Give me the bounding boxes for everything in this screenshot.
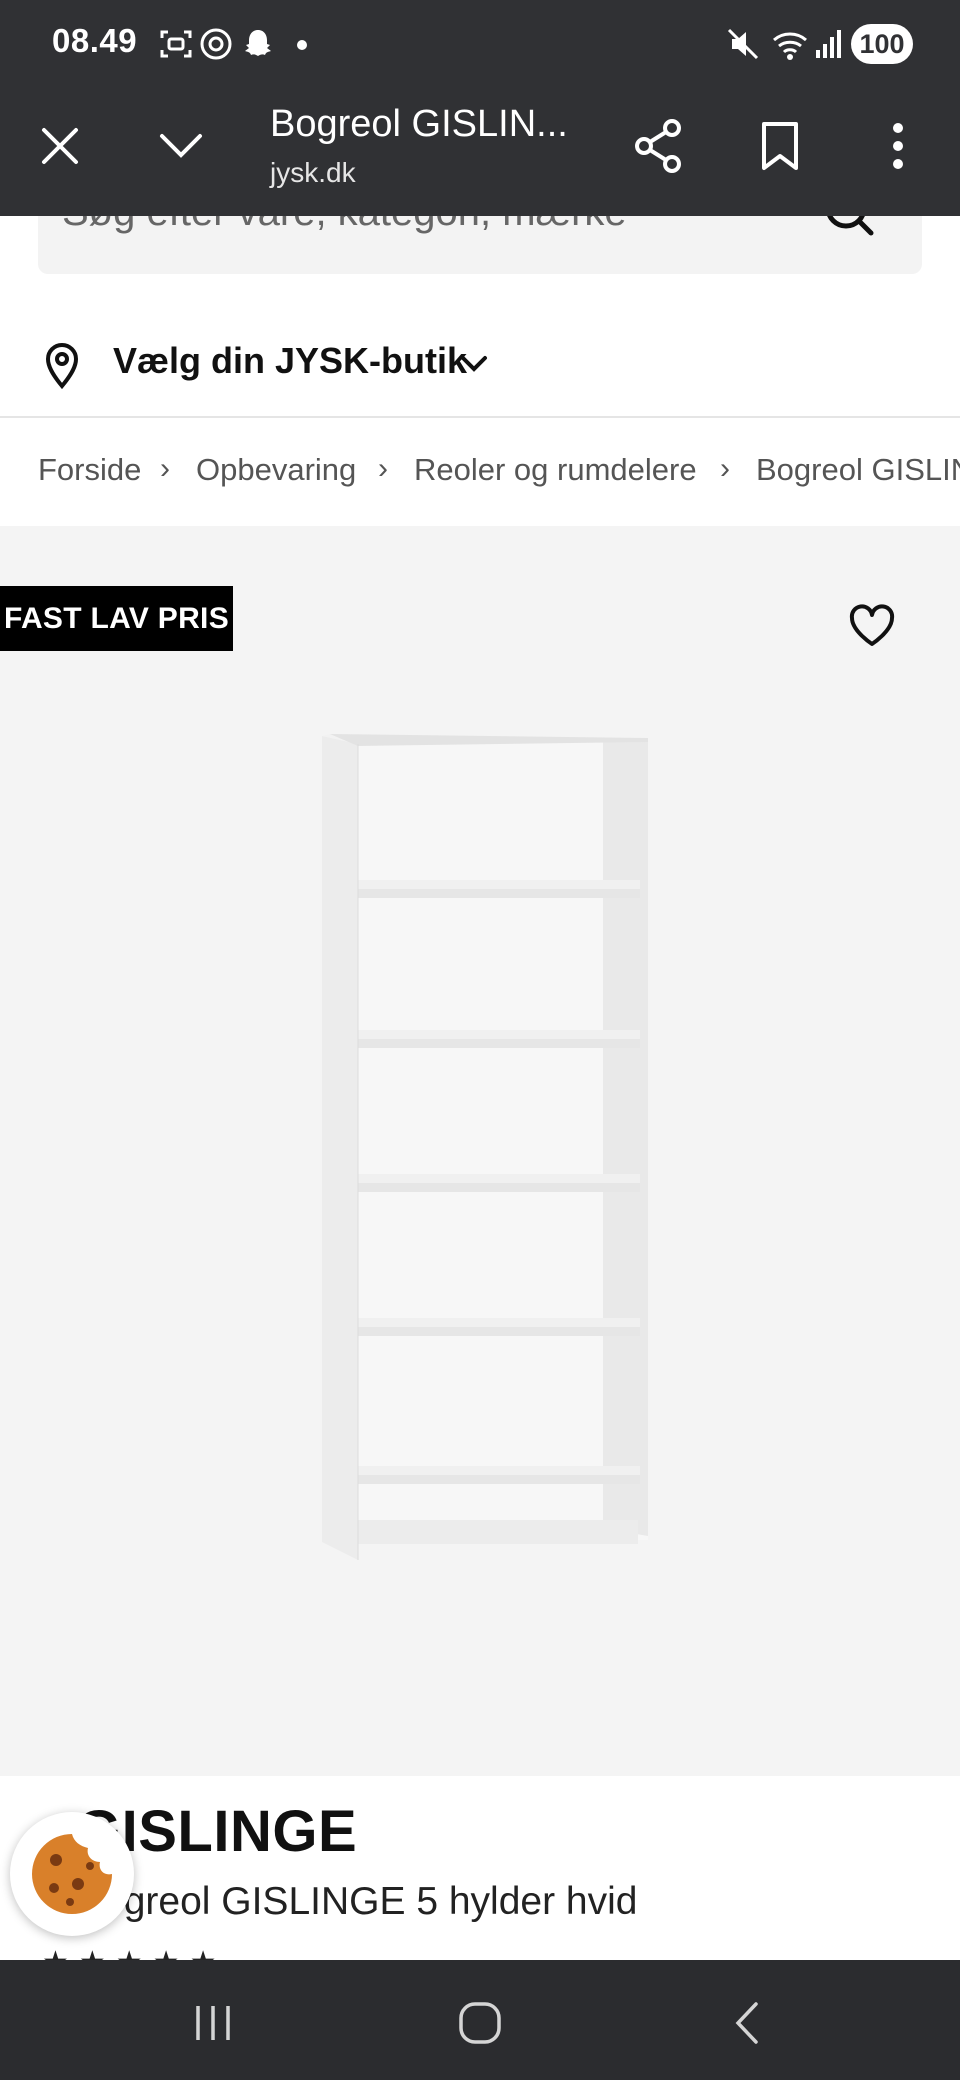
status-time: 08.49 [52,22,138,59]
breadcrumb-separator-icon: › [720,452,730,485]
chevron-down-icon[interactable] [156,124,206,168]
heart-icon[interactable] [848,604,896,648]
price-badge: FAST LAV PRIS [0,586,233,651]
bookmark-icon[interactable] [758,120,802,174]
breadcrumb-item-reoler[interactable]: Reoler og rumdelere [414,452,697,488]
home-icon[interactable] [456,2000,504,2046]
close-icon[interactable] [38,124,82,168]
product-rating[interactable]: ★★★★★ [42,1945,226,1961]
back-icon[interactable] [728,2000,768,2046]
search-icon[interactable] [822,216,878,246]
cookie-icon [32,1834,112,1914]
breadcrumb-item-opbevaring[interactable]: Opbevaring [196,452,356,488]
screenshot-icon [160,30,192,58]
store-label[interactable]: Vælg din JYSK-butik [113,340,467,382]
breadcrumb-item-current: Bogreol GISLINGE [756,452,960,487]
search-placeholder: Søg efter vare, kategori, mærke [62,216,627,235]
bookshelf-image[interactable] [318,730,654,1566]
breadcrumb-separator-icon: › [378,452,388,485]
breadcrumb: Forside › Opbevaring › Reoler og rumdele… [0,418,960,526]
threads-icon [200,28,232,60]
cookie-settings-button[interactable] [10,1812,134,1936]
signal-icon [816,30,841,58]
wifi-icon [773,32,807,60]
breadcrumb-item-forside[interactable]: Forside [38,452,141,488]
dot-icon [297,40,307,50]
mute-icon [727,28,759,60]
battery-indicator: 100 [851,24,913,64]
product-subtitle: Bogreol GISLINGE 5 hylder hvid [76,1880,638,1923]
breadcrumb-separator-icon: › [160,452,170,485]
snapchat-icon [245,30,271,56]
search-input[interactable]: Søg efter vare, kategori, mærke [38,216,922,274]
page-domain[interactable]: jysk.dk [270,157,356,189]
chevron-down-icon[interactable] [458,350,490,378]
share-icon[interactable] [634,118,684,174]
recent-apps-icon[interactable] [190,2000,236,2046]
more-icon[interactable] [886,120,910,174]
location-pin-icon [45,343,79,390]
page-title[interactable]: Bogreol GISLIN... [270,103,568,146]
